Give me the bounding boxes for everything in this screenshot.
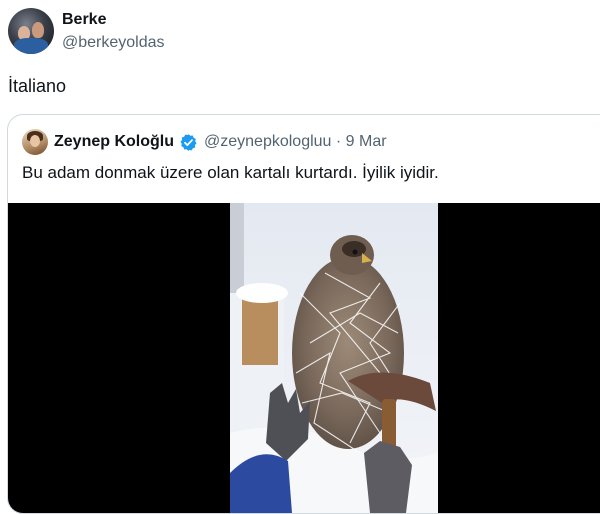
- quoted-author-handle-date[interactable]: @zeynepkologluu · 9 Mar: [204, 133, 387, 151]
- quoted-author-name[interactable]: Zeynep Koloğlu: [54, 133, 174, 151]
- quoted-author-avatar[interactable]: [22, 129, 48, 155]
- tweet-text: İtaliano: [8, 76, 67, 96]
- quoted-tweet-header: Zeynep Koloğlu @zeynepkologluu · 9 Mar: [22, 129, 387, 155]
- author-avatar[interactable]: [8, 8, 54, 54]
- verified-badge-icon: [180, 133, 197, 151]
- tweet-author[interactable]: Berke @berkeyoldas: [8, 8, 165, 54]
- author-display-name[interactable]: Berke: [62, 10, 165, 30]
- quoted-tweet-card[interactable]: Zeynep Koloğlu @zeynepkologluu · 9 Mar B…: [7, 114, 600, 514]
- eagle-in-snow-icon: [230, 203, 438, 513]
- quoted-media-video[interactable]: [8, 203, 600, 513]
- author-handle[interactable]: @berkeyoldas: [62, 32, 165, 54]
- quoted-tweet-text: Bu adam donmak üzere olan kartalı kurtar…: [22, 163, 439, 182]
